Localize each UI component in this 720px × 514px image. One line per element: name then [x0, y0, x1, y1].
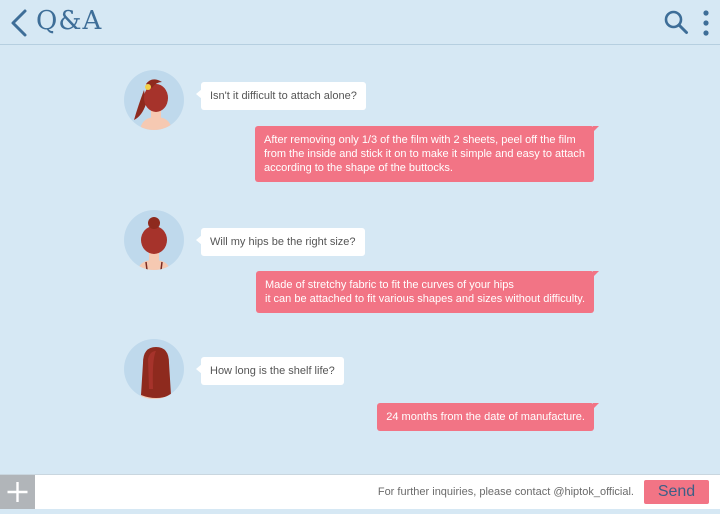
avatar	[124, 70, 184, 130]
more-vertical-icon	[703, 10, 709, 36]
woman-long-hair-icon	[140, 347, 172, 399]
avatar	[124, 339, 184, 399]
chevron-left-icon	[11, 9, 27, 37]
search-icon	[664, 10, 688, 34]
question-text: Will my hips be the right size?	[210, 236, 356, 248]
question-text: Isn't it difficult to attach alone?	[210, 90, 357, 102]
send-button[interactable]: Send	[644, 480, 709, 504]
answer-bubble-3: 24 months from the date of manufacture.	[377, 403, 599, 431]
back-button[interactable]	[8, 8, 30, 38]
add-attachment-button[interactable]	[0, 475, 35, 509]
question-bubble-2: Will my hips be the right size?	[196, 228, 365, 256]
message-input-wrap	[40, 479, 638, 505]
more-options-button[interactable]	[700, 8, 712, 38]
plus-icon	[7, 482, 28, 502]
question-bubble-3: How long is the shelf life?	[196, 357, 344, 385]
header-bar: Q&A	[0, 0, 720, 45]
answer-line: Made of stretchy fabric to fit the curve…	[265, 279, 514, 291]
answer-line: 24 months from the date of manufacture.	[386, 411, 585, 423]
answer-bubble-2: Made of stretchy fabric to fit the curve…	[256, 271, 599, 313]
answer-line: according to the shape of the buttocks.	[264, 162, 453, 174]
answer-line: it can be attached to fit various shapes…	[265, 293, 585, 305]
page-title: Q&A	[36, 6, 103, 36]
woman-ponytail-icon	[134, 79, 172, 130]
message-input[interactable]	[40, 479, 638, 505]
avatar	[124, 210, 184, 270]
question-text: How long is the shelf life?	[210, 365, 335, 377]
message-bar: Send	[0, 474, 720, 509]
question-bubble-1: Isn't it difficult to attach alone?	[196, 82, 366, 110]
woman-bun-icon	[138, 217, 170, 270]
answer-line: After removing only 1/3 of the film with…	[264, 134, 576, 146]
search-button[interactable]	[663, 9, 689, 35]
answer-line: from the inside and stick it on to make …	[264, 148, 585, 160]
answer-bubble-1: After removing only 1/3 of the film with…	[255, 126, 599, 182]
